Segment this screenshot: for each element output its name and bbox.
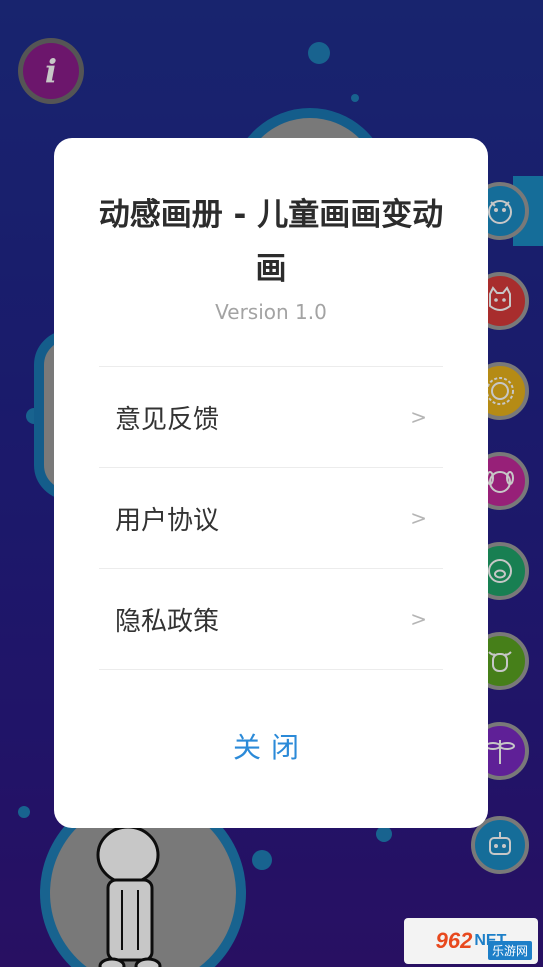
menu-item-label: 意见反馈: [115, 404, 220, 435]
chevron-right-icon: >: [410, 607, 427, 631]
chevron-right-icon: >: [410, 405, 427, 429]
site-watermark: 962 NET 乐游网: [404, 918, 538, 964]
menu-item-label: 隐私政策: [115, 606, 220, 637]
menu-item-label: 用户协议: [115, 505, 220, 536]
version-label: Version 1.0: [215, 300, 327, 324]
chevron-right-icon: >: [410, 506, 427, 530]
menu-item-user-agreement[interactable]: 用户协议 >: [99, 468, 443, 569]
dialog-menu: 意见反馈 > 用户协议 > 隐私政策 >: [99, 366, 443, 670]
watermark-number: 962: [435, 928, 473, 953]
menu-item-feedback[interactable]: 意见反馈 >: [99, 367, 443, 468]
dialog-title: 动感画册 - 儿童画画变动画: [98, 197, 444, 287]
menu-item-privacy-policy[interactable]: 隐私政策 >: [99, 569, 443, 670]
about-dialog: 动感画册 - 儿童画画变动画 Version 1.0 意见反馈 > 用户协议 >…: [54, 138, 488, 828]
watermark-subtitle: 乐游网: [487, 941, 532, 960]
close-button[interactable]: 关闭: [54, 726, 488, 766]
